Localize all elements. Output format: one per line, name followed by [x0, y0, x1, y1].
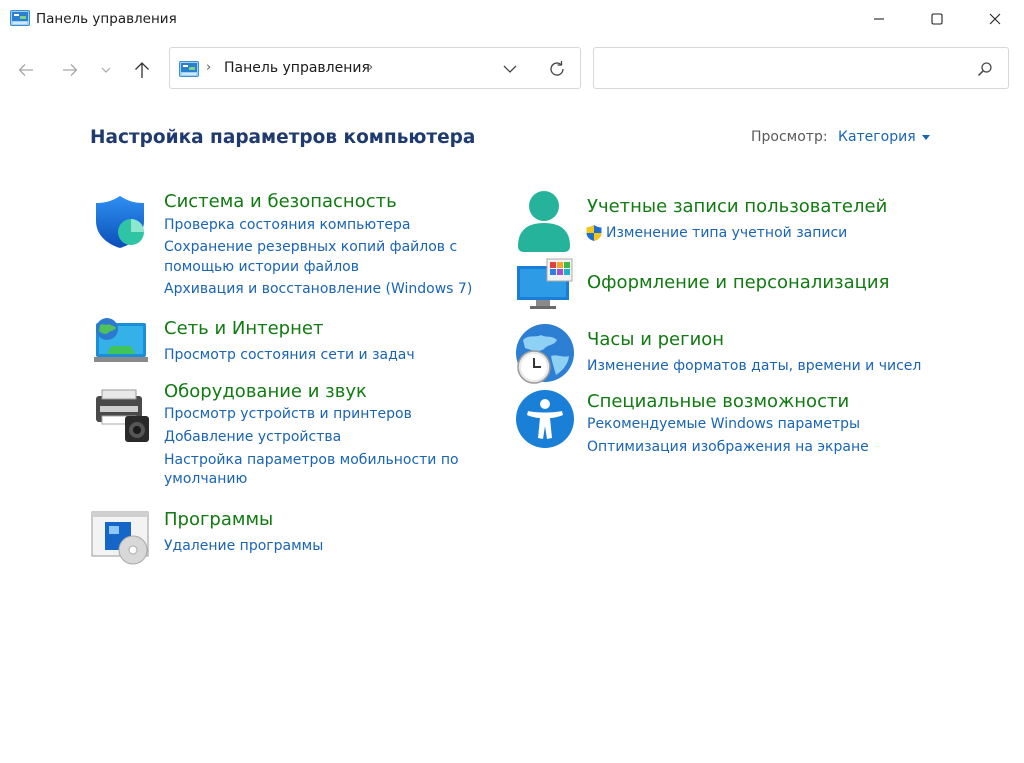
view-by-value: Категория: [838, 129, 916, 145]
address-bar[interactable]: › Панель управления ›: [169, 47, 581, 89]
maximize-button[interactable]: [908, 0, 966, 38]
link-mobility-settings-cont[interactable]: умолчанию: [164, 469, 247, 489]
arrow-left-icon: [18, 64, 33, 76]
close-icon: [989, 13, 1001, 25]
accessibility-icon[interactable]: [514, 388, 574, 448]
link-file-history[interactable]: Сохранение резервных копий файлов с: [164, 237, 457, 257]
printer-speaker-icon[interactable]: [93, 386, 153, 446]
view-by-dropdown[interactable]: Категория: [838, 129, 930, 145]
search-icon[interactable]: [976, 60, 994, 78]
link-file-history-cont[interactable]: помощью истории файлов: [164, 257, 359, 277]
control-panel-icon: [179, 61, 199, 77]
maximize-icon: [931, 13, 943, 25]
arrow-right-icon: [63, 64, 78, 76]
arrow-up-icon: [135, 62, 149, 78]
close-button[interactable]: [966, 0, 1024, 38]
link-recommended-settings[interactable]: Рекомендуемые Windows параметры: [587, 414, 860, 434]
page-title: Настройка параметров компьютера: [90, 127, 476, 148]
category-title-access[interactable]: Специальные возможности: [587, 391, 849, 412]
link-add-device[interactable]: Добавление устройства: [164, 427, 341, 447]
refresh-icon: [550, 61, 564, 76]
category-title-hardware[interactable]: Оборудование и звук: [164, 381, 367, 402]
programs-disc-icon[interactable]: [91, 510, 151, 570]
shield-icon[interactable]: [93, 194, 153, 254]
chevron-down-icon: [503, 65, 517, 73]
link-backup-restore[interactable]: Архивация и восстановление (Windows 7): [164, 279, 472, 299]
link-change-account-type[interactable]: Изменение типа учетной записи: [606, 223, 847, 243]
refresh-button[interactable]: [546, 59, 568, 79]
breadcrumb-item[interactable]: Панель управления: [224, 60, 370, 76]
up-button[interactable]: [128, 56, 156, 84]
category-title-users[interactable]: Учетные записи пользователей: [587, 196, 887, 217]
navigation-bar: › Панель управления ›: [0, 38, 1024, 98]
back-button[interactable]: [12, 56, 40, 84]
minimize-icon: [874, 18, 884, 20]
recent-locations-button[interactable]: [96, 56, 116, 84]
chevron-right-icon[interactable]: ›: [368, 60, 373, 75]
window-title: Панель управления: [36, 11, 177, 27]
monitor-icon[interactable]: [516, 258, 576, 318]
clock-globe-icon[interactable]: [514, 323, 574, 384]
globe-network-icon[interactable]: [91, 313, 151, 373]
link-uninstall-program[interactable]: Удаление программы: [164, 536, 323, 556]
link-optimize-display[interactable]: Оптимизация изображения на экране: [587, 437, 869, 457]
category-title-system[interactable]: Система и безопасность: [164, 191, 397, 212]
link-mobility-settings[interactable]: Настройка параметров мобильности по: [164, 450, 459, 470]
view-by-label: Просмотр:: [751, 129, 828, 145]
chevron-down-icon: [101, 67, 111, 73]
category-title-programs[interactable]: Программы: [164, 509, 273, 530]
link-network-status[interactable]: Просмотр состояния сети и задач: [164, 345, 415, 365]
category-title-appearance[interactable]: Оформление и персонализация: [587, 272, 889, 293]
chevron-right-icon[interactable]: ›: [206, 60, 211, 75]
link-date-time-formats[interactable]: Изменение форматов даты, времени и чисел: [587, 356, 921, 376]
link-devices-printers[interactable]: Просмотр устройств и принтеров: [164, 404, 412, 424]
forward-button[interactable]: [56, 56, 84, 84]
minimize-button[interactable]: [850, 0, 908, 38]
search-input[interactable]: [593, 47, 1009, 89]
control-panel-icon: [10, 10, 30, 26]
link-check-status[interactable]: Проверка состояния компьютера: [164, 215, 410, 235]
title-bar: Панель управления: [0, 0, 1024, 38]
uac-shield-icon: [585, 224, 603, 242]
category-title-network[interactable]: Сеть и Интернет: [164, 318, 323, 339]
user-icon[interactable]: [516, 190, 576, 252]
category-title-clock[interactable]: Часы и регион: [587, 329, 724, 350]
address-history-dropdown[interactable]: [500, 60, 520, 78]
caret-down-icon: [921, 134, 930, 140]
